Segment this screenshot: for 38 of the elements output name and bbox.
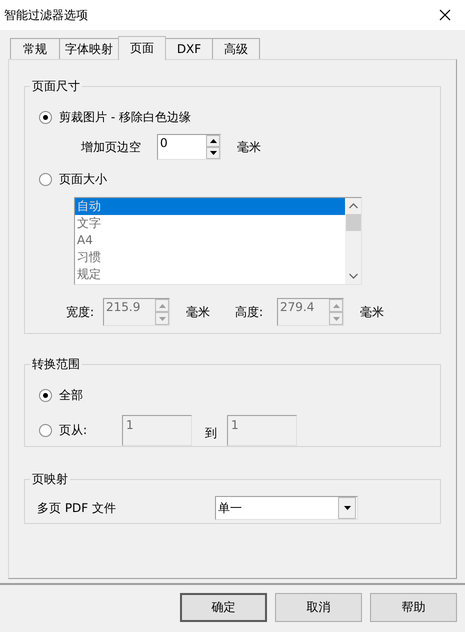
tab[interactable]: 高级 [212, 38, 260, 59]
scroll-up-icon [348, 203, 358, 209]
dropdown-arrow-icon [344, 506, 350, 510]
tab[interactable]: 常规 [10, 38, 60, 59]
radio-label: 页从: [59, 422, 88, 439]
field-label: 增加页边空 [81, 138, 142, 156]
tab[interactable]: 页面 [118, 36, 166, 60]
radio-button[interactable] [39, 388, 52, 402]
field-label: 高度: [235, 304, 264, 320]
radio-button[interactable] [39, 172, 52, 186]
up-arrow-icon [158, 304, 166, 308]
dialog-button[interactable]: 取消 [275, 593, 362, 622]
group-title: 页映射 [31, 471, 69, 488]
dropdown[interactable]: 单一 [215, 496, 358, 520]
up-arrow-icon [332, 304, 340, 308]
down-arrow-icon [332, 316, 340, 320]
group-title: 转换范围 [31, 356, 81, 373]
unit-label: 毫米 [237, 138, 261, 156]
close-icon [439, 9, 451, 21]
field-label: 宽度: [66, 304, 96, 320]
dialog-button[interactable]: 确定 [180, 593, 267, 622]
unit-label: 毫米 [186, 304, 210, 320]
window-title: 智能过滤器选项 [3, 6, 88, 24]
spin-field[interactable]: 0 [157, 134, 221, 160]
field-label: 多页 PDF 文件 [37, 500, 118, 516]
dialog-button[interactable]: 帮助 [370, 593, 457, 622]
up-arrow-icon [210, 139, 216, 143]
radio-button[interactable] [39, 424, 52, 437]
down-arrow-icon [158, 316, 166, 320]
field-label: 到 [205, 425, 217, 442]
unit-label: 毫米 [360, 304, 384, 320]
scroll-down-icon [348, 273, 358, 279]
radio-label: 全部 [59, 386, 83, 404]
radio-label: 页面大小 [59, 170, 107, 188]
down-arrow-icon [210, 151, 216, 155]
radio-label: 剪裁图片 - 移除白色边缘 [59, 108, 191, 126]
radio-button[interactable] [39, 110, 52, 124]
group-title: 页面尺寸 [31, 78, 81, 95]
